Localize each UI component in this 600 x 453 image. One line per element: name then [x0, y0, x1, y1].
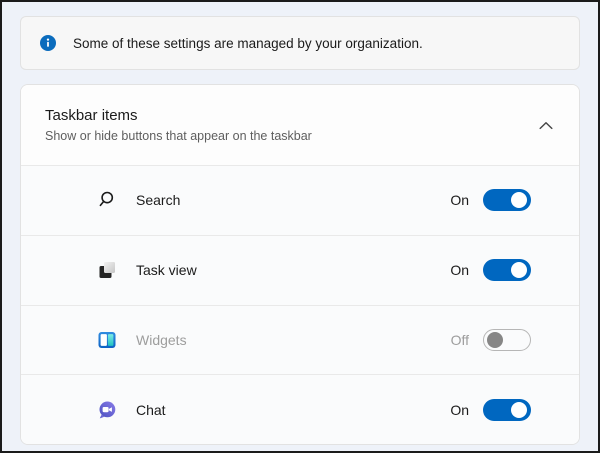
taskbar-items-card: Taskbar items Show or hide buttons that … — [20, 84, 580, 445]
chevron-up-icon[interactable] — [539, 121, 553, 130]
search-icon — [97, 190, 117, 210]
toggle-knob — [511, 402, 527, 418]
toggle-knob — [487, 332, 503, 348]
task-view-toggle[interactable] — [483, 259, 531, 281]
chat-state-label: On — [450, 402, 469, 418]
settings-taskbar-page: Some of these settings are managed by yo… — [0, 0, 600, 453]
expander-subtitle: Show or hide buttons that appear on the … — [45, 129, 539, 143]
taskbar-item-row-widgets: Widgets Off — [21, 305, 579, 375]
taskbar-item-row-search: Search On — [21, 165, 579, 235]
chat-icon — [97, 400, 117, 420]
expander-header-text: Taskbar items Show or hide buttons that … — [45, 107, 539, 143]
widgets-label: Widgets — [136, 332, 451, 348]
task-view-icon — [97, 260, 117, 280]
taskbar-item-row-chat: Chat On — [21, 374, 579, 444]
task-view-state-label: On — [450, 262, 469, 278]
search-state-label: On — [450, 192, 469, 208]
widgets-toggle — [483, 329, 531, 351]
toggle-knob — [511, 192, 527, 208]
taskbar-item-row-task-view: Task view On — [21, 235, 579, 305]
toggle-knob — [511, 262, 527, 278]
widgets-state-label: Off — [451, 332, 469, 348]
widgets-icon — [97, 330, 117, 350]
task-view-label: Task view — [136, 262, 450, 278]
taskbar-items-expander-header[interactable]: Taskbar items Show or hide buttons that … — [21, 85, 579, 165]
info-icon — [40, 35, 56, 51]
search-toggle[interactable] — [483, 189, 531, 211]
managed-banner: Some of these settings are managed by yo… — [20, 16, 580, 70]
chat-toggle[interactable] — [483, 399, 531, 421]
managed-banner-text: Some of these settings are managed by yo… — [73, 36, 423, 51]
expander-title: Taskbar items — [45, 107, 539, 124]
search-label: Search — [136, 192, 450, 208]
chat-label: Chat — [136, 402, 450, 418]
